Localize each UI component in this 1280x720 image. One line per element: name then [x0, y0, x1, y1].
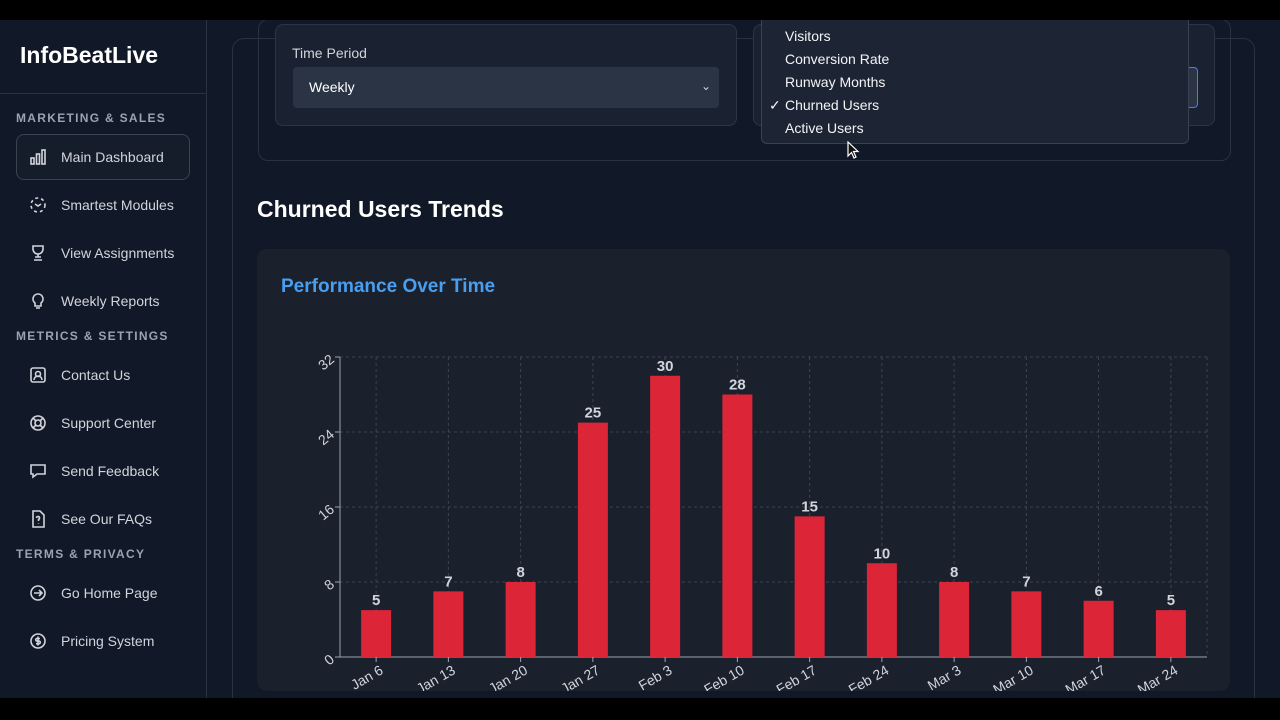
menu-item-label: Conversion Rate [785, 51, 890, 67]
lifebuoy-icon [30, 415, 46, 431]
bar[interactable] [1011, 591, 1042, 657]
x-tick-label: Jan 6 [348, 662, 386, 691]
x-tick-label: Mar 24 [1135, 662, 1181, 691]
chevron-down-icon: ⌄ [700, 79, 711, 93]
menu-item-runway-months[interactable]: Runway Months [762, 72, 1188, 95]
sidebar-item-label: Contact Us [61, 367, 131, 383]
menu-item-label: Runway Months [785, 74, 886, 90]
x-tick-label: Feb 3 [636, 662, 675, 691]
x-tick-label: Jan 20 [486, 662, 531, 691]
logo: InfoBeatLive [0, 20, 206, 94]
menu-item-churned-users[interactable]: ✓ Churned Users [762, 95, 1188, 118]
menu-item-label: Churned Users [785, 97, 880, 113]
checkmark-icon: ✓ [769, 97, 781, 113]
time-period-label: Time Period [292, 45, 367, 61]
contact-icon [30, 367, 46, 383]
data-label: 5 [372, 592, 380, 609]
menu-item-visitors[interactable]: Visitors [762, 26, 1188, 49]
lightbulb-icon [32, 293, 44, 309]
data-label: 10 [874, 545, 891, 562]
bar[interactable] [650, 375, 681, 657]
time-period-select[interactable]: Weekly ⌄ [293, 67, 719, 108]
app: InfoBeatLive MARKETING & SALES Main Dashb… [0, 20, 1280, 698]
x-tick-label: Jan 13 [413, 662, 458, 691]
bar[interactable] [939, 582, 970, 657]
time-period-filter: Time Period Weekly ⌄ [275, 24, 737, 126]
sidebar-item-support-center[interactable]: Support Center [16, 400, 190, 446]
metric-dropdown-menu: Visitors Conversion Rate Runway Months ✓ Chu… [761, 20, 1189, 144]
bar[interactable] [866, 563, 897, 657]
modules-icon [30, 197, 46, 213]
trophy-icon [32, 245, 44, 261]
sidebar-item-send-feedback[interactable]: Send Feedback [16, 448, 190, 494]
time-period-value: Weekly [309, 79, 355, 95]
sidebar-item-label: Weekly Reports [61, 293, 160, 309]
data-label: 8 [950, 564, 958, 581]
sidebar-item-main-dashboard[interactable]: Main Dashboard [16, 134, 190, 180]
menu-item-label: Visitors [785, 28, 831, 44]
x-tick-label: Feb 17 [773, 662, 819, 691]
data-label: 8 [516, 564, 524, 581]
sidebar-item-label: View Assignments [61, 245, 175, 261]
data-label: 30 [657, 358, 674, 375]
x-tick-label: Jan 27 [558, 662, 603, 691]
sidebar-item-go-home-page[interactable]: Go Home Page [16, 570, 190, 616]
y-tick-label: 16 [315, 501, 337, 523]
sidebar-item-label: Support Center [61, 415, 156, 431]
arrow-circle-icon [30, 585, 46, 601]
sidebar-item-label: Go Home Page [61, 585, 158, 601]
dollar-icon [30, 633, 46, 649]
bar-chart: 0 8 16 24 32 5 Jan 6 7 Jan 13 8 Jan 20 25 Jan 27 30 Fe… [315, 351, 1208, 691]
sidebar-item-label: Main Dashboard [61, 149, 164, 165]
data-label: 15 [801, 498, 818, 515]
data-label: 7 [444, 573, 452, 590]
x-tick-label: Feb 10 [701, 662, 747, 691]
sidebar-item-see-our-faqs[interactable]: See Our FAQs [16, 496, 190, 542]
menu-item-active-users[interactable]: Active Users [762, 118, 1188, 141]
sidebar: InfoBeatLive MARKETING & SALES Main Dashb… [0, 20, 207, 698]
sidebar-section-title: MARKETING & SALES [16, 111, 167, 125]
x-tick-label: Feb 24 [846, 662, 892, 691]
y-tick-label: 32 [315, 351, 337, 373]
data-label: 28 [729, 377, 746, 394]
bar[interactable] [505, 582, 536, 657]
x-tick-label: Mar 17 [1062, 662, 1108, 691]
data-label: 25 [585, 405, 602, 422]
faq-icon [32, 510, 45, 528]
bar[interactable] [794, 516, 825, 657]
sidebar-item-contact-us[interactable]: Contact Us [16, 352, 190, 398]
sidebar-section-title: METRICS & SETTINGS [16, 329, 169, 343]
chart-card: Performance Over Time 0 8 16 24 32 5 Jan 6 7 Jan… [257, 249, 1230, 691]
data-label: 7 [1022, 573, 1030, 590]
bar[interactable] [1155, 610, 1186, 657]
sidebar-item-label: Smartest Modules [61, 197, 174, 213]
bar-chart-icon [30, 149, 46, 165]
data-label: 6 [1094, 583, 1102, 600]
bar[interactable] [577, 422, 608, 657]
sidebar-item-label: See Our FAQs [61, 511, 153, 527]
sidebar-item-pricing-system[interactable]: Pricing System [16, 618, 190, 664]
sidebar-item-smartest-modules[interactable]: Smartest Modules [16, 182, 190, 228]
y-tick-label: 0 [321, 651, 337, 668]
data-label: 5 [1167, 592, 1175, 609]
chat-icon [30, 464, 46, 479]
sidebar-item-weekly-reports[interactable]: Weekly Reports [16, 278, 190, 324]
page-heading: Churned Users Trends [257, 196, 504, 222]
menu-item-label: Active Users [785, 120, 864, 136]
y-tick-label: 8 [321, 576, 337, 593]
sidebar-item-view-assignments[interactable]: View Assignments [16, 230, 190, 276]
bar[interactable] [722, 394, 753, 658]
mouse-cursor-icon [847, 141, 860, 159]
menu-item-conversion-rate[interactable]: Conversion Rate [762, 49, 1188, 72]
sidebar-item-label: Pricing System [61, 633, 155, 649]
bar[interactable] [361, 610, 392, 657]
bar[interactable] [1083, 600, 1114, 657]
bar[interactable] [433, 591, 464, 657]
x-tick-label: Mar 3 [925, 662, 964, 691]
x-tick-label: Mar 10 [990, 662, 1036, 691]
y-tick-label: 24 [315, 426, 337, 448]
sidebar-section-title: TERMS & PRIVACY [16, 547, 146, 561]
sidebar-item-label: Send Feedback [61, 463, 160, 479]
